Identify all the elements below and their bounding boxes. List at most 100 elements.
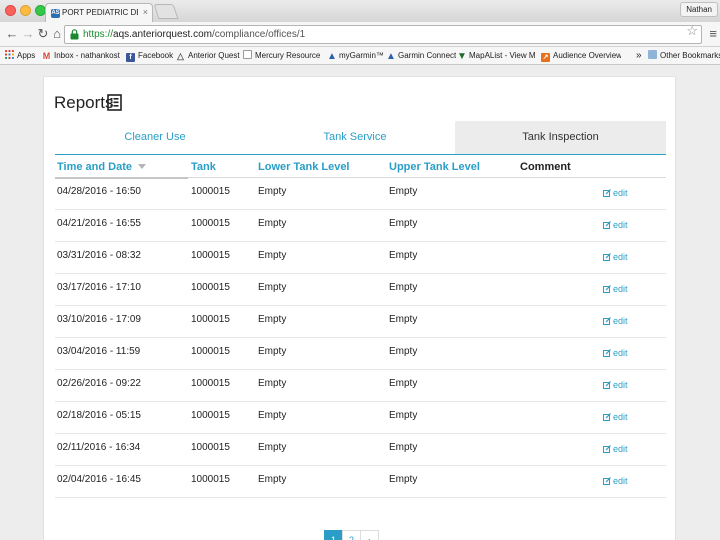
- browser-tab[interactable]: AS PORT PEDIATRIC DENTIST ×: [45, 3, 153, 22]
- other-bookmarks[interactable]: Other Bookmarks: [648, 50, 720, 62]
- table-header: Time and Date Tank Lower Tank Level Uppe…: [55, 155, 666, 179]
- edit-icon: [603, 413, 611, 421]
- cell-lower-level: Empty: [258, 442, 287, 453]
- tab-tank-inspection[interactable]: Tank Inspection: [455, 121, 666, 154]
- edit-icon: [603, 189, 611, 197]
- cell-tank: 1000015: [191, 314, 230, 325]
- cell-upper-level: Empty: [389, 282, 418, 293]
- edit-label: edit: [613, 284, 628, 294]
- table-row: 02/26/2016 - 09:22 1000015 Empty Empty edit: [55, 370, 666, 402]
- triangle-icon: △: [177, 51, 184, 61]
- bookmarks-overflow-icon[interactable]: »: [636, 50, 642, 62]
- table-row: 03/17/2016 - 17:10 1000015 Empty Empty edit: [55, 274, 666, 306]
- edit-icon: [603, 253, 611, 261]
- edit-link[interactable]: edit: [603, 380, 628, 390]
- cell-lower-level: Empty: [258, 314, 287, 325]
- next-page-button[interactable]: ›: [360, 530, 379, 540]
- column-header-time[interactable]: Time and Date: [57, 161, 146, 173]
- bookmark-mygarmin[interactable]: ▲ myGarmin™: [327, 50, 384, 62]
- report-tabs: Cleaner Use Tank Service Tank Inspection: [55, 121, 666, 155]
- url-text: https://aqs.anteriorquest.com/compliance…: [83, 29, 306, 40]
- column-header-tank[interactable]: Tank: [191, 161, 216, 173]
- sort-arrow-icon: [138, 164, 146, 169]
- cell-time: 03/17/2016 - 17:10: [57, 282, 141, 293]
- edit-link[interactable]: edit: [603, 476, 628, 486]
- inspection-table: Time and Date Tank Lower Tank Level Uppe…: [55, 155, 666, 498]
- bookmark-garmin-connect[interactable]: ▲ Garmin Connect: [386, 50, 456, 62]
- cell-upper-level: Empty: [389, 442, 418, 453]
- edit-link[interactable]: edit: [603, 284, 628, 294]
- edit-icon: [603, 477, 611, 485]
- edit-label: edit: [613, 316, 628, 326]
- table-row: 02/11/2016 - 16:34 1000015 Empty Empty edit: [55, 434, 666, 466]
- cell-tank: 1000015: [191, 346, 230, 357]
- browser-toolbar: ← → ↻ ⌂ https://aqs.anteriorquest.com/co…: [0, 22, 720, 47]
- profile-button[interactable]: Nathan: [680, 2, 718, 17]
- edit-label: edit: [613, 412, 628, 422]
- cell-lower-level: Empty: [258, 410, 287, 421]
- page-2-button[interactable]: 2: [342, 530, 361, 540]
- table-row: 03/10/2016 - 17:09 1000015 Empty Empty edit: [55, 306, 666, 338]
- bookmark-audience-overview[interactable]: ↗ Audience Overview: [541, 50, 621, 62]
- close-tab-icon[interactable]: ×: [143, 7, 148, 17]
- tab-cleaner-use[interactable]: Cleaner Use: [55, 121, 255, 154]
- garmin-icon: ▲: [327, 51, 337, 62]
- forward-arrow-icon[interactable]: →: [21, 26, 35, 42]
- bookmark-apps[interactable]: Apps: [5, 50, 35, 62]
- apps-grid-icon: [5, 50, 14, 59]
- tab-title: PORT PEDIATRIC DENTIST: [62, 8, 138, 17]
- edit-link[interactable]: edit: [603, 220, 628, 230]
- cell-lower-level: Empty: [258, 474, 287, 485]
- cell-time: 03/10/2016 - 17:09: [57, 314, 141, 325]
- bookmark-facebook[interactable]: f Facebook: [126, 50, 173, 62]
- home-icon[interactable]: ⌂: [50, 26, 64, 42]
- close-window-button[interactable]: [5, 5, 16, 16]
- bookmark-star-icon[interactable]: ☆: [686, 23, 698, 39]
- cell-upper-level: Empty: [389, 378, 418, 389]
- cell-time: 04/21/2016 - 16:55: [57, 218, 141, 229]
- edit-link[interactable]: edit: [603, 188, 628, 198]
- edit-label: edit: [613, 444, 628, 454]
- page-1-button[interactable]: 1: [324, 530, 343, 540]
- cell-time: 02/11/2016 - 16:34: [57, 442, 141, 453]
- site-favicon-icon: AS: [51, 9, 60, 18]
- address-bar[interactable]: https://aqs.anteriorquest.com/compliance…: [64, 25, 702, 44]
- cell-tank: 1000015: [191, 282, 230, 293]
- table-row: 04/21/2016 - 16:55 1000015 Empty Empty edit: [55, 210, 666, 242]
- bookmark-anterior-quest[interactable]: △ Anterior Quest: [176, 50, 240, 62]
- back-arrow-icon[interactable]: ←: [5, 26, 19, 42]
- page-icon: [243, 50, 252, 59]
- edit-link[interactable]: edit: [603, 316, 628, 326]
- tab-tank-service[interactable]: Tank Service: [255, 121, 455, 154]
- bookmark-mapalist[interactable]: ▼ MapAList - View Ma: [457, 50, 535, 62]
- column-header-lower[interactable]: Lower Tank Level: [258, 161, 350, 173]
- cell-tank: 1000015: [191, 410, 230, 421]
- menu-hamburger-icon[interactable]: ≡: [709, 26, 717, 41]
- edit-link[interactable]: edit: [603, 252, 628, 262]
- bookmark-inbox[interactable]: M Inbox - nathankoster: [42, 50, 120, 62]
- edit-link[interactable]: edit: [603, 348, 628, 358]
- table-row: 02/18/2016 - 05:15 1000015 Empty Empty edit: [55, 402, 666, 434]
- edit-link[interactable]: edit: [603, 412, 628, 422]
- garmin-icon: ▲: [386, 51, 396, 62]
- cell-time: 02/26/2016 - 09:22: [57, 378, 141, 389]
- list-icon: [107, 94, 122, 111]
- edit-link[interactable]: edit: [603, 444, 628, 454]
- table-row: 02/04/2016 - 16:45 1000015 Empty Empty edit: [55, 466, 666, 498]
- cell-lower-level: Empty: [258, 218, 287, 229]
- cell-upper-level: Empty: [389, 218, 418, 229]
- reload-icon[interactable]: ↻: [36, 26, 50, 42]
- minimize-window-button[interactable]: [20, 5, 31, 16]
- cell-tank: 1000015: [191, 186, 230, 197]
- bookmark-mercury-resource[interactable]: Mercury Resource Li: [243, 50, 323, 62]
- edit-icon: [603, 381, 611, 389]
- cell-time: 04/28/2016 - 16:50: [57, 186, 141, 197]
- cell-upper-level: Empty: [389, 474, 418, 485]
- gmail-icon: M: [42, 51, 51, 61]
- edit-label: edit: [613, 348, 628, 358]
- column-header-upper[interactable]: Upper Tank Level: [389, 161, 480, 173]
- edit-label: edit: [613, 188, 628, 198]
- edit-label: edit: [613, 220, 628, 230]
- lock-icon: [70, 29, 79, 40]
- new-tab-button[interactable]: [153, 4, 179, 19]
